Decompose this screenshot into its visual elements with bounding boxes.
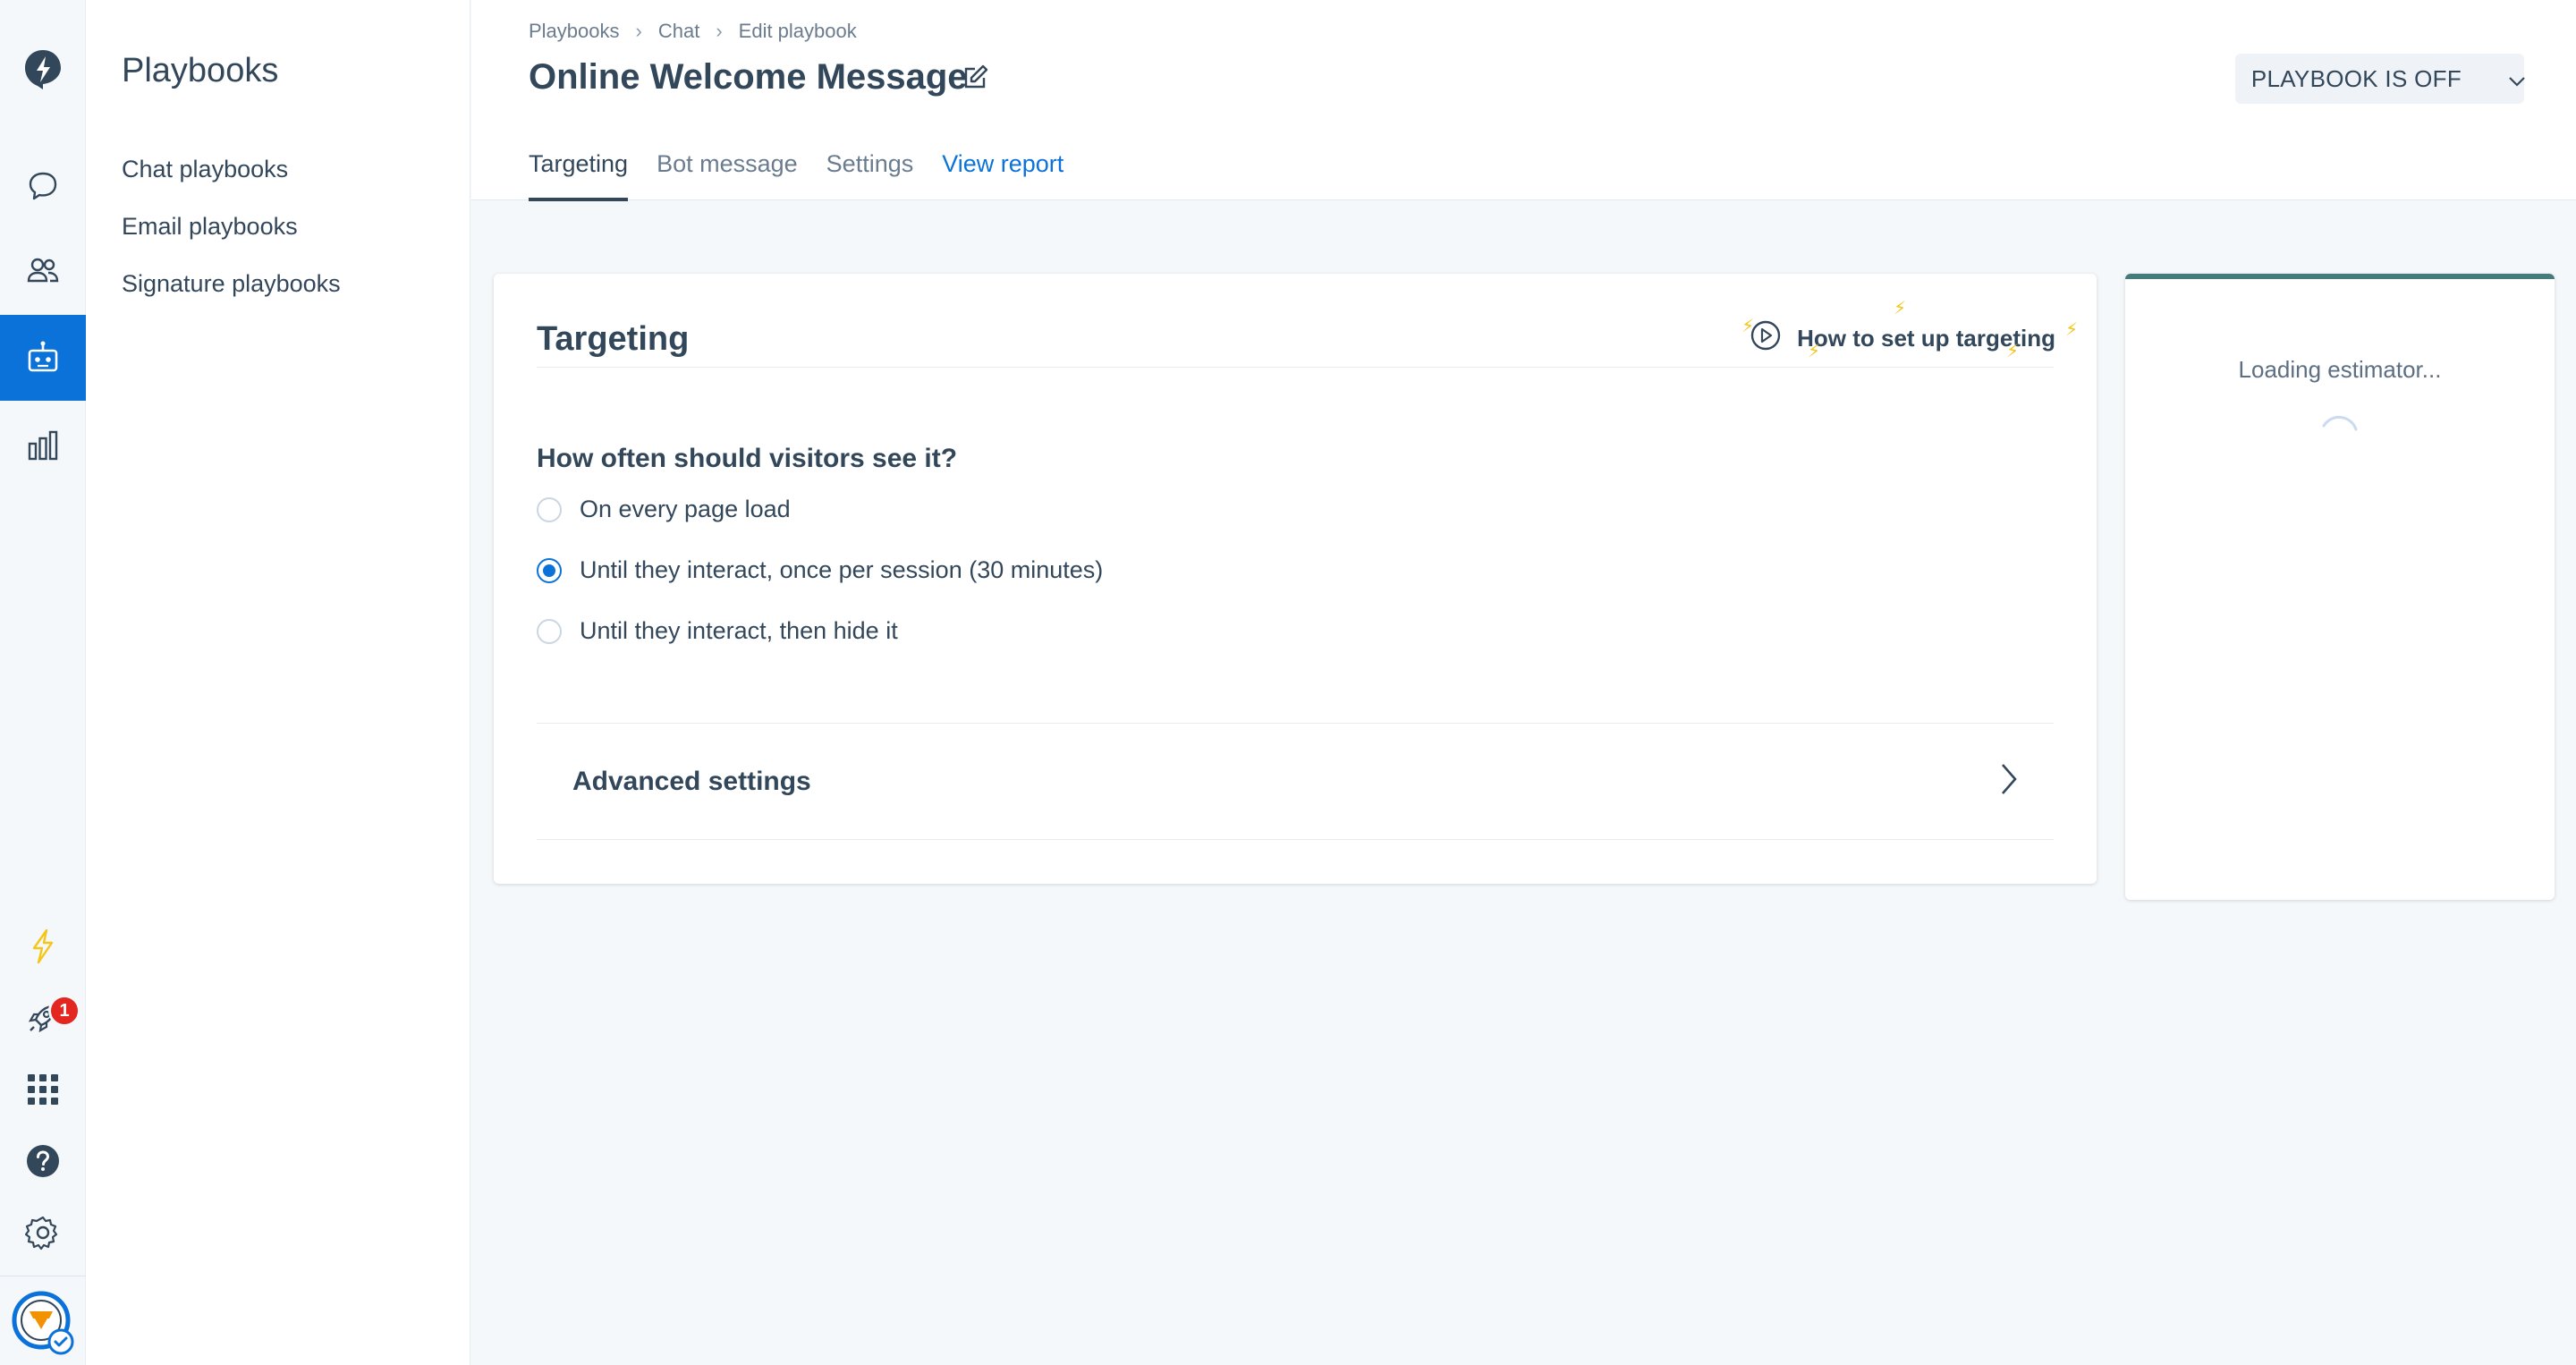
radio-once-per-session[interactable]: [537, 557, 562, 583]
icon-rail: 1: [0, 0, 86, 1365]
breadcrumb-chat[interactable]: Chat: [658, 20, 699, 43]
targeting-title: Targeting: [537, 320, 690, 358]
tab-bot-message[interactable]: Bot message: [657, 150, 798, 201]
edit-icon[interactable]: [962, 64, 989, 95]
page-header: Playbooks › Chat › Edit playbook Online …: [471, 0, 2576, 201]
tab-targeting[interactable]: Targeting: [529, 150, 629, 201]
estimator-loading-text: Loading estimator...: [2238, 356, 2442, 383]
sparkle-icon: ⚡: [1894, 299, 1907, 318]
playbook-status-label: PLAYBOOK IS OFF: [2250, 64, 2462, 92]
sprocket-logo-icon[interactable]: [0, 27, 86, 113]
breadcrumb: Playbooks › Chat › Edit playbook: [529, 20, 857, 43]
sidebar-item-email-playbooks[interactable]: Email playbooks: [122, 213, 298, 241]
page-title: Online Welcome Message: [529, 57, 968, 97]
contacts-icon[interactable]: [0, 227, 86, 313]
divider: [537, 367, 2054, 368]
chat-bubble-icon[interactable]: [0, 143, 86, 229]
tab-bar: Targeting Bot message Settings View repo…: [529, 150, 1063, 201]
advanced-settings-toggle[interactable]: Advanced settings: [537, 724, 2054, 839]
option-every-page-load[interactable]: On every page load: [537, 496, 791, 523]
play-circle-icon: [1750, 320, 1781, 357]
playbook-status-dropdown[interactable]: PLAYBOOK IS OFF: [2234, 54, 2526, 104]
account-avatar-icon[interactable]: [0, 1279, 86, 1365]
breadcrumb-chevron-icon: ›: [635, 20, 642, 42]
bot-icon[interactable]: [0, 315, 86, 401]
breadcrumb-edit-playbook: Edit playbook: [738, 20, 857, 42]
sidebar-item-chat-playbooks[interactable]: Chat playbooks: [122, 156, 288, 183]
playbooks-sidebar: Playbooks Chat playbooks Email playbooks…: [86, 0, 470, 1365]
loading-spinner-icon: [2320, 413, 2360, 457]
chevron-right-icon: [2000, 762, 2018, 801]
option-label: Until they interact, once per session (3…: [580, 556, 1104, 583]
option-label: On every page load: [580, 496, 791, 522]
sparkle-icon: ⚡: [2065, 320, 2079, 340]
sidebar-item-signature-playbooks[interactable]: Signature playbooks: [122, 270, 341, 298]
notification-badge: 1: [48, 995, 80, 1027]
estimator-card: Loading estimator...: [2125, 274, 2555, 900]
frequency-question: How often should visitors see it?: [537, 444, 958, 473]
divider: [537, 839, 2054, 840]
chevron-down-icon: [2508, 65, 2526, 93]
radio-every-page-load[interactable]: [537, 496, 562, 522]
sparkle-icon: ⚡: [1741, 317, 1755, 336]
option-once-per-session[interactable]: Until they interact, once per session (3…: [537, 556, 1103, 584]
tab-settings[interactable]: Settings: [826, 150, 914, 201]
breadcrumb-playbooks[interactable]: Playbooks: [529, 20, 620, 43]
sidebar-title: Playbooks: [122, 52, 279, 89]
option-hide-after-interact[interactable]: Until they interact, then hide it: [537, 617, 898, 645]
reports-icon[interactable]: [0, 403, 86, 488]
settings-icon[interactable]: [0, 1190, 86, 1276]
how-to-targeting-link[interactable]: ⚡ ⚡ ⚡ ⚡ ⚡ How to set up targeting: [1741, 299, 2078, 361]
breadcrumb-chevron-icon: ›: [716, 20, 723, 42]
sparkle-icon: ⚡: [1808, 342, 1821, 361]
tab-view-report[interactable]: View report: [942, 150, 1063, 201]
targeting-card: Targeting ⚡ ⚡ ⚡ ⚡ ⚡ How to set up target…: [494, 274, 2097, 884]
sparkle-icon: ⚡: [2006, 342, 2020, 361]
radio-hide-after-interact[interactable]: [537, 618, 562, 644]
option-label: Until they interact, then hide it: [580, 617, 898, 644]
advanced-settings-label: Advanced settings: [572, 766, 811, 796]
